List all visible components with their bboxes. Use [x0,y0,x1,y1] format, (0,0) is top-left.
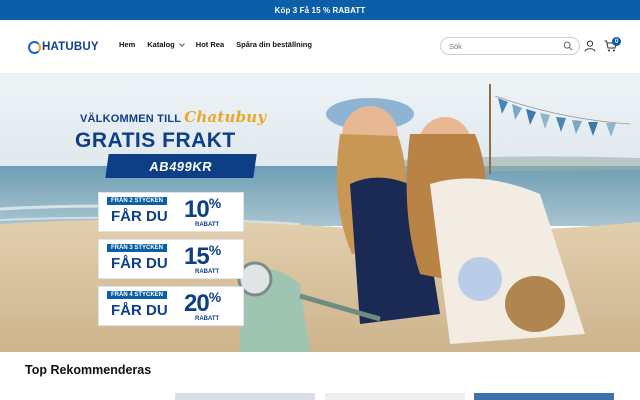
hero-welcome: VÄLKOMMEN TILL Chatubuy [80,108,266,126]
hero-headline: GRATIS FRAKT [75,129,236,152]
offer-tag: FRÅN 2 STYCKEN [107,197,168,205]
hero-banner[interactable]: VÄLKOMMEN TILL Chatubuy GRATIS FRAKT AB49… [0,74,640,352]
product-card-preview[interactable] [474,393,614,400]
offer-percent: 10% [184,195,221,224]
product-card-preview[interactable] [175,393,315,400]
hero-discount-code: AB499KR [105,154,257,178]
nav-item-label: Spåra din beställning [236,40,312,49]
chevron-down-icon [178,40,185,47]
offer-percent-value: 20 [184,290,210,317]
offer-percent: 15% [184,242,221,271]
logo-icon [28,40,41,54]
offer-rabatt: RABATT [195,222,220,228]
section-title: Top Rekommenderas [25,363,152,377]
product-card-preview[interactable] [325,393,465,400]
cart-count-badge: 0 [612,37,621,46]
site-header: HATUBUY Hem Katalog Hot Rea Spåra din be… [0,20,640,74]
offer-rabatt: RABATT [195,269,220,275]
nav-item-track-order[interactable]: Spåra din beställning [236,40,312,49]
logo-text: HATUBUY [42,41,99,53]
nav-item-label: Hem [119,40,136,49]
search-box [440,37,580,55]
announcement-text: Köp 3 Få 15 % RABATT [274,5,366,15]
offer-percent-value: 15 [184,243,210,270]
user-icon[interactable] [584,40,596,52]
offer-far-du: FÅR DU [111,302,168,319]
offer-far-du: FÅR DU [111,208,168,225]
nav-item-hem[interactable]: Hem [119,40,135,49]
offer-percent-value: 10 [184,196,210,223]
offer-far-du: FÅR DU [111,255,168,272]
offer-percent-unit: % [208,195,221,211]
nav-item-katalog[interactable]: Katalog [147,40,185,49]
offer-card: FRÅN 2 STYCKEN FÅR DU 10% RABATT [98,192,244,232]
search-icon[interactable] [563,41,573,51]
search-input[interactable] [449,41,559,51]
nav-item-label: Hot Rea [195,40,225,49]
nav-item-label: Katalog [147,40,175,49]
nav-item-hot-rea[interactable]: Hot Rea [196,40,224,49]
offer-percent-unit: % [208,242,221,258]
offer-card: FRÅN 4 STYCKEN FÅR DU 20% RABATT [98,286,244,326]
announcement-bar: Köp 3 Få 15 % RABATT [0,0,640,20]
offer-percent: 20% [184,289,221,318]
offer-tag: FRÅN 3 STYCKEN [107,244,168,252]
hero-welcome-script: Chatubuy [184,108,267,126]
offer-percent-unit: % [208,289,221,305]
hero-welcome-text: VÄLKOMMEN TILL [80,113,182,125]
offer-rabatt: RABATT [195,316,220,322]
discount-code-text: AB499KR [148,158,214,174]
main-nav: Hem Katalog Hot Rea Spåra din beställnin… [119,40,312,49]
logo[interactable]: HATUBUY [28,39,99,55]
offer-card: FRÅN 3 STYCKEN FÅR DU 15% RABATT [98,239,244,279]
offer-tag: FRÅN 4 STYCKEN [107,291,168,299]
